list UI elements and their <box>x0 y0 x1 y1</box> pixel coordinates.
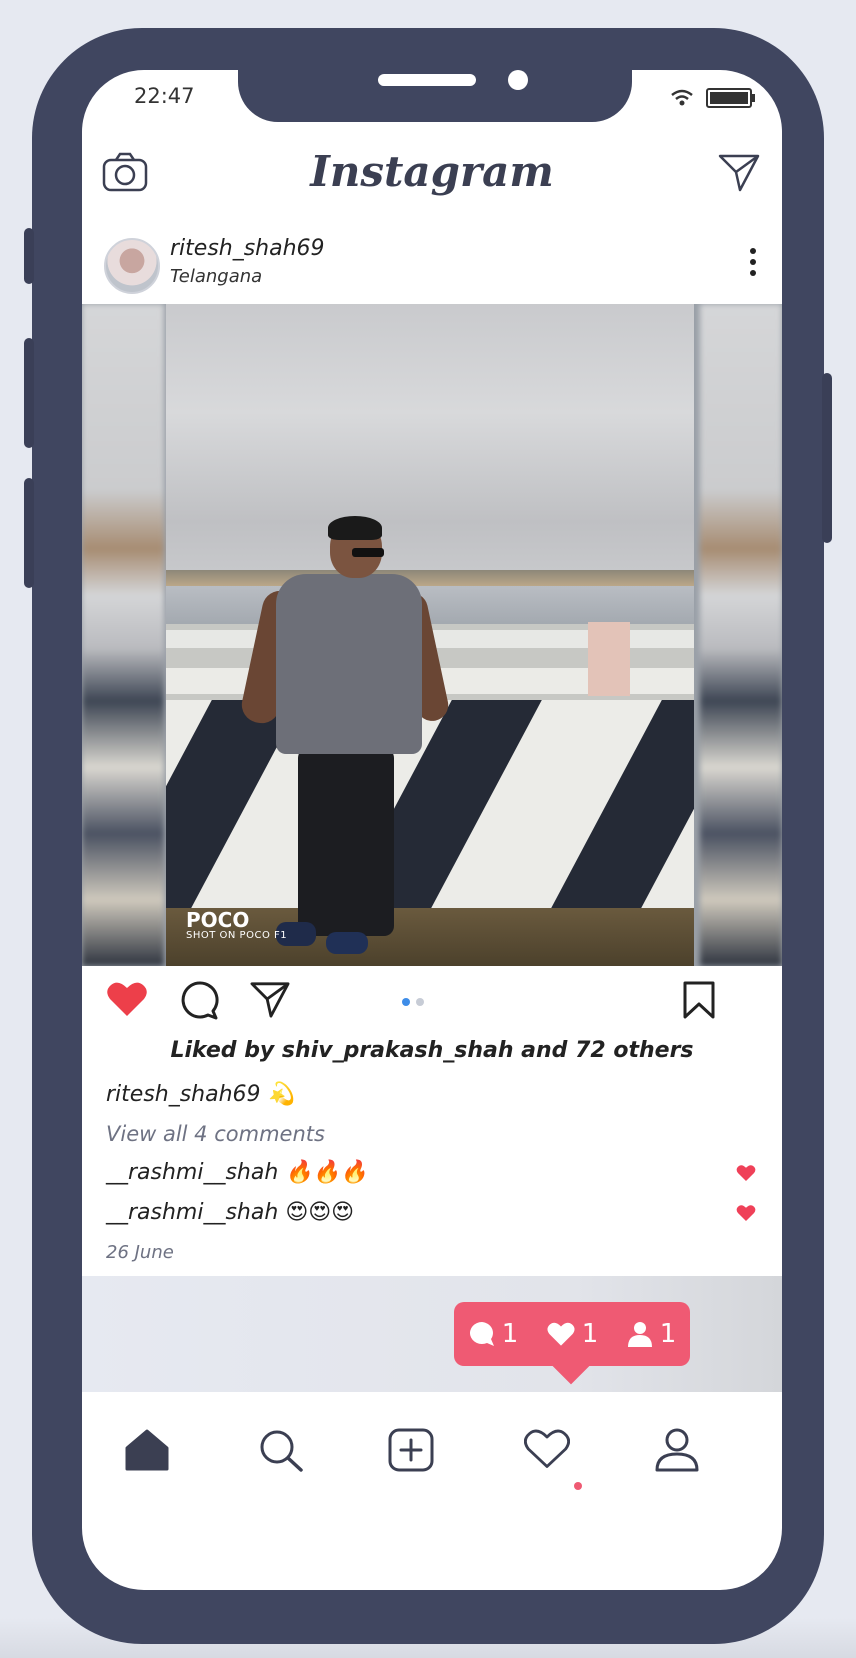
speaker-grille <box>378 74 476 86</box>
bookmark-icon[interactable] <box>682 980 716 1020</box>
share-icon[interactable] <box>250 980 290 1018</box>
notch <box>238 70 632 122</box>
notif-likes: 1 <box>546 1319 599 1349</box>
phone-screen: 22:47 Instagram ritesh_shah69 Telangana <box>82 70 782 1590</box>
notif-comments: 1 <box>468 1319 519 1349</box>
like-heart-icon[interactable] <box>106 980 148 1018</box>
notif-likes-count: 1 <box>581 1319 599 1349</box>
carousel-dot-active <box>402 998 410 1006</box>
comment-bubble-icon <box>469 1322 494 1346</box>
front-camera <box>508 70 528 90</box>
comment-username[interactable]: __rashmi__shah <box>106 1200 278 1225</box>
caption-text: 💫 <box>267 1082 295 1107</box>
carousel-dot <box>416 998 424 1006</box>
bottom-tab-bar <box>82 1392 782 1512</box>
notif-followers: 1 <box>626 1319 677 1349</box>
post-caption: ritesh_shah69 💫 <box>106 1082 295 1107</box>
battery-icon <box>706 88 755 108</box>
status-time: 22:47 <box>134 84 195 108</box>
notif-comments-count: 1 <box>501 1319 519 1349</box>
post-date: 26 June <box>106 1242 174 1263</box>
carousel-indicator <box>402 998 424 1006</box>
avatar[interactable] <box>104 238 160 294</box>
comment-like-heart-icon[interactable] <box>736 1164 756 1182</box>
home-icon[interactable] <box>124 1428 170 1472</box>
comment-like-heart-icon[interactable] <box>736 1204 756 1222</box>
caption-username[interactable]: ritesh_shah69 <box>106 1082 261 1107</box>
photo-blur-right <box>700 304 782 966</box>
person-icon <box>627 1322 652 1347</box>
comment-row: __rashmi__shah 🔥🔥🔥 <box>106 1160 368 1185</box>
heart-icon <box>547 1322 575 1346</box>
phone-volume-up-button <box>24 338 34 448</box>
comment-text: 🔥🔥🔥 <box>285 1160 368 1185</box>
activity-heart-icon[interactable] <box>524 1428 570 1470</box>
watermark-subtitle: SHOT ON POCO F1 <box>186 930 288 941</box>
app-header: Instagram <box>82 144 782 234</box>
view-all-comments-link[interactable]: View all 4 comments <box>106 1122 325 1146</box>
post-actions <box>82 966 782 1036</box>
watermark-brand: POCO <box>186 908 250 932</box>
photo-watermark: POCO SHOT ON POCO F1 <box>186 910 287 941</box>
post-location[interactable]: Telangana <box>170 266 262 287</box>
wifi-icon <box>671 89 693 106</box>
likes-count[interactable]: Liked by shiv_prakash_shah and 72 others <box>82 1038 782 1063</box>
profile-icon[interactable] <box>654 1428 700 1472</box>
comment-username[interactable]: __rashmi__shah <box>106 1160 278 1185</box>
app-logo: Instagram <box>310 147 554 196</box>
post-header: ritesh_shah69 Telangana <box>82 234 782 302</box>
more-options-icon[interactable] <box>750 248 756 281</box>
activity-notification-badge[interactable]: 1 1 1 <box>454 1302 690 1366</box>
comment-row: __rashmi__shah 😍😍😍 <box>106 1200 354 1225</box>
phone-power-button <box>822 373 832 543</box>
direct-message-icon[interactable] <box>718 152 760 192</box>
new-post-icon[interactable] <box>388 1428 434 1472</box>
comment-text: 😍😍😍 <box>285 1200 355 1225</box>
phone-mute-button <box>24 228 34 284</box>
post-photo[interactable]: POCO SHOT ON POCO F1 <box>82 304 782 966</box>
phone-volume-down-button <box>24 478 34 588</box>
status-icons <box>670 88 755 108</box>
search-icon[interactable] <box>258 1428 304 1472</box>
notif-followers-count: 1 <box>659 1319 677 1349</box>
post-username[interactable]: ritesh_shah69 <box>170 236 325 261</box>
activity-indicator-dot <box>574 1482 582 1490</box>
comment-icon[interactable] <box>178 980 220 1020</box>
photo-content: POCO SHOT ON POCO F1 <box>166 304 694 966</box>
photo-blur-left <box>82 304 164 966</box>
